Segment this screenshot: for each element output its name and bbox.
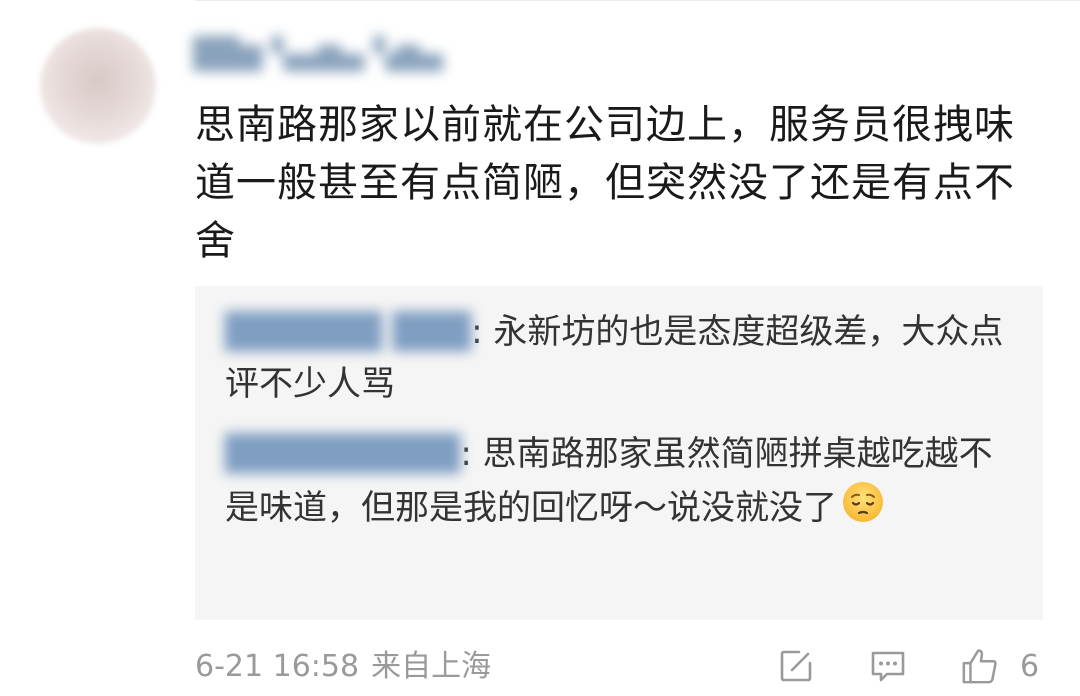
edit-icon: [780, 650, 812, 682]
comment-username[interactable]: ██▆ ▚▄▆▄ ▚▆▄: [193, 36, 443, 74]
top-divider: [195, 0, 1080, 1]
reply-item[interactable]: ██████ ███: 永新坊的也是态度超级差，大众点评不少人骂: [225, 306, 1015, 410]
thumbs-up-icon: [962, 649, 997, 684]
replies-box[interactable]: ██████ ███: 永新坊的也是态度超级差，大众点评不少人骂 ███████…: [195, 286, 1043, 620]
reply-item[interactable]: █████████: 思南路那家虽然简陋拼桌越吃越不是味道，但那是我的回忆呀～说…: [225, 428, 1015, 539]
reply-username[interactable]: █████████: [225, 428, 460, 480]
like-button[interactable]: [960, 644, 1000, 688]
comment-text: 思南路那家以前就在公司边上，服务员很拽味道一般甚至有点简陋，但突然没了还是有点不…: [195, 102, 1015, 264]
edit-button[interactable]: [776, 644, 816, 688]
comment-button[interactable]: [868, 644, 908, 688]
avatar[interactable]: [40, 28, 156, 144]
comment-icon: [871, 651, 905, 682]
comment-meta: 6-21 16:58 来自上海: [195, 642, 491, 692]
pensive-face-emoji: [841, 480, 885, 539]
comment-location: 来自上海: [371, 649, 492, 684]
like-count: 6: [1020, 649, 1040, 684]
comment-date: 6-21 16:58: [195, 649, 360, 684]
reply-username[interactable]: ██████ ███: [225, 306, 471, 358]
